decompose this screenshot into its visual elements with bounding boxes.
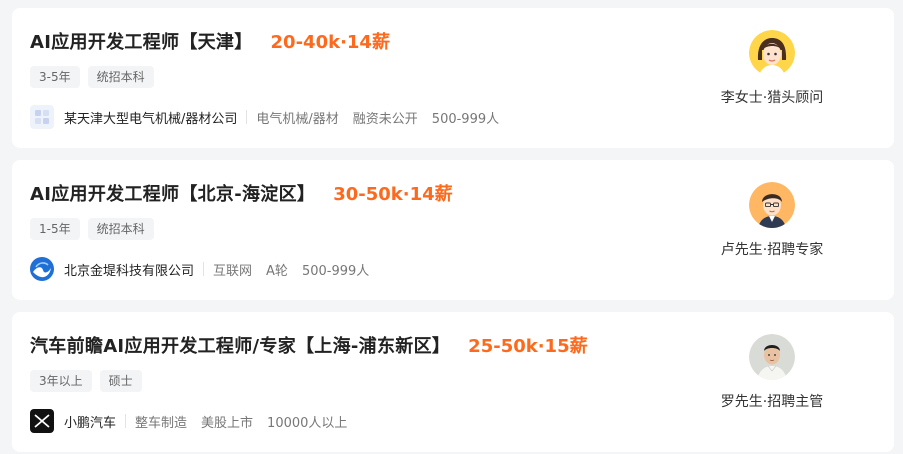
education-tag: 统招本科 xyxy=(87,66,154,88)
job-tags: 3年以上 硕士 xyxy=(30,370,142,392)
company-name[interactable]: 小鹏汽车 xyxy=(64,412,116,431)
company-row: 某天津大型电气机械/器材公司 电气机械/器材 融资未公开 500-999人 xyxy=(30,105,513,129)
recruiter-name: 罗先生·招聘主管 xyxy=(720,394,824,410)
divider xyxy=(246,110,248,124)
recruiter[interactable]: 李女士·猎头顾问 xyxy=(692,30,852,107)
female-avatar-icon xyxy=(749,30,795,76)
job-card[interactable]: AI应用开发工程师【北京-海淀区】 30-50k·14薪 1-5年 统招本科 北… xyxy=(12,160,894,300)
funding-stage: 美股上市 xyxy=(201,415,254,431)
funding-stage: A轮 xyxy=(266,263,288,279)
divider xyxy=(125,414,127,428)
photo-avatar-icon xyxy=(749,334,795,380)
company-row: 北京金堤科技有限公司 互联网 A轮 500-999人 xyxy=(30,257,383,281)
industry: 电气机械/器材 xyxy=(256,111,339,127)
xpeng-logo-icon xyxy=(30,409,54,433)
education-tag: 硕士 xyxy=(99,370,142,392)
company-name[interactable]: 某天津大型电气机械/器材公司 xyxy=(64,108,237,127)
job-tags: 1-5年 统招本科 xyxy=(30,218,154,240)
placeholder-building-icon xyxy=(30,105,54,129)
company-size: 10000人以上 xyxy=(267,415,348,431)
funding-stage: 融资未公开 xyxy=(352,111,418,127)
company-size: 500-999人 xyxy=(301,263,370,279)
recruiter-name: 李女士·猎头顾问 xyxy=(720,90,824,106)
job-title-row: AI应用开发工程师【天津】 20-40k·14薪 xyxy=(30,28,390,54)
recruiter-name: 卢先生·招聘专家 xyxy=(720,242,824,258)
experience-tag: 1-5年 xyxy=(30,218,80,240)
experience-tag: 3年以上 xyxy=(30,370,92,392)
experience-tag: 3-5年 xyxy=(30,66,80,88)
education-tag: 统招本科 xyxy=(87,218,154,240)
job-title-row: 汽车前瞻AI应用开发工程师/专家【上海-浦东新区】 25-50k·15薪 xyxy=(30,332,588,358)
male-avatar-icon xyxy=(749,182,795,228)
company-name[interactable]: 北京金堤科技有限公司 xyxy=(64,260,194,279)
company-size: 500-999人 xyxy=(431,111,500,127)
job-title[interactable]: AI应用开发工程师【天津】 xyxy=(30,28,253,54)
salary: 30-50k·14薪 xyxy=(333,184,453,205)
job-title[interactable]: AI应用开发工程师【北京-海淀区】 xyxy=(30,180,315,206)
industry: 互联网 xyxy=(213,263,253,279)
company-row: 小鹏汽车 整车制造 美股上市 10000人以上 xyxy=(30,409,361,433)
job-tags: 3-5年 统招本科 xyxy=(30,66,154,88)
blue-wave-logo-icon xyxy=(30,257,54,281)
recruiter[interactable]: 卢先生·招聘专家 xyxy=(692,182,852,259)
job-title-row: AI应用开发工程师【北京-海淀区】 30-50k·14薪 xyxy=(30,180,453,206)
salary: 25-50k·15薪 xyxy=(468,336,588,357)
recruiter[interactable]: 罗先生·招聘主管 xyxy=(692,334,852,411)
job-list: AI应用开发工程师【天津】 20-40k·14薪 3-5年 统招本科 某天津大型… xyxy=(0,0,903,454)
divider xyxy=(203,262,205,276)
job-card[interactable]: AI应用开发工程师【天津】 20-40k·14薪 3-5年 统招本科 某天津大型… xyxy=(12,8,894,148)
job-card[interactable]: 汽车前瞻AI应用开发工程师/专家【上海-浦东新区】 25-50k·15薪 3年以… xyxy=(12,312,894,452)
job-title[interactable]: 汽车前瞻AI应用开发工程师/专家【上海-浦东新区】 xyxy=(30,332,450,358)
salary: 20-40k·14薪 xyxy=(270,32,390,53)
industry: 整车制造 xyxy=(135,415,188,431)
